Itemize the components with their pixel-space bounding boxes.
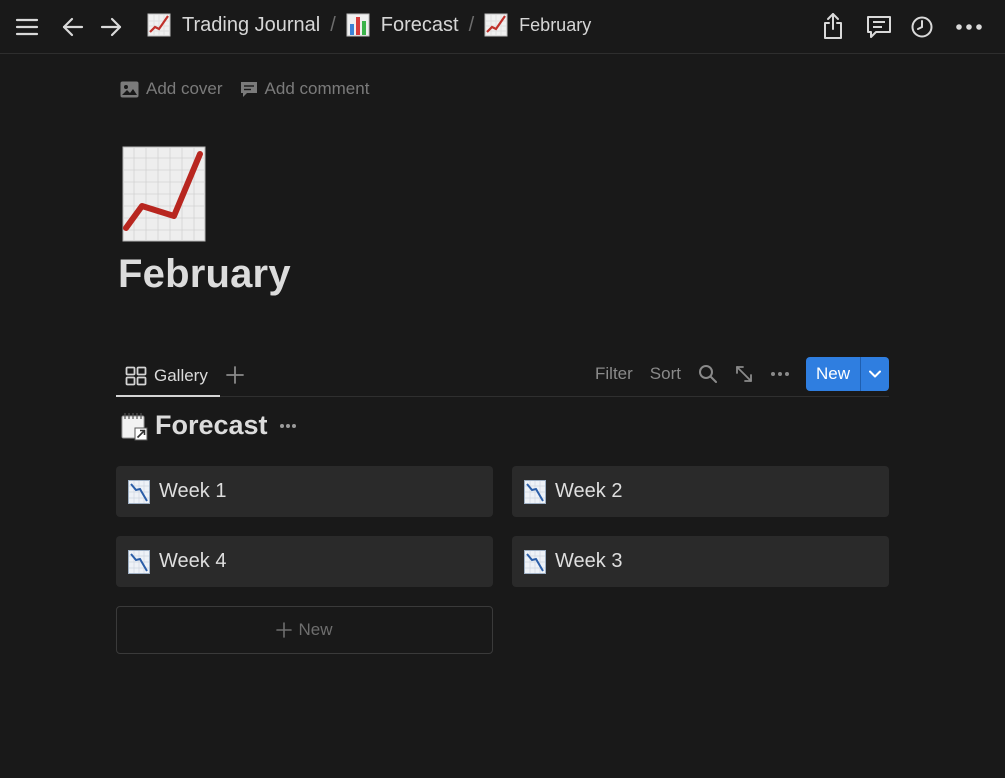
breadcrumb-separator: / [330, 13, 336, 36]
top-bar: Trading Journal / Forecast / February [0, 0, 1005, 54]
tab-gallery[interactable]: Gallery [116, 356, 220, 397]
chart-decreasing-icon [524, 549, 546, 574]
filter-button[interactable]: Filter [595, 364, 633, 384]
chevron-down-icon [869, 370, 881, 378]
database-more-icon[interactable] [279, 423, 297, 429]
chart-decreasing-icon [128, 479, 150, 504]
chart-increasing-emoji-icon [484, 13, 508, 37]
history-clock-icon[interactable] [909, 14, 935, 40]
more-options-icon[interactable] [954, 20, 984, 34]
card-label: Week 2 [555, 480, 623, 502]
breadcrumb-label: February [519, 14, 592, 35]
breadcrumb-label: Forecast [380, 13, 459, 36]
page-actions: Add cover Add comment [120, 79, 386, 99]
page-title[interactable]: February [118, 252, 291, 297]
database-title-label[interactable]: Forecast [155, 410, 268, 441]
linked-database-icon [121, 412, 148, 440]
breadcrumb-trading-journal[interactable]: Trading Journal [147, 13, 320, 37]
bar-chart-emoji-icon [346, 13, 370, 37]
back-arrow-icon[interactable] [60, 14, 86, 40]
gallery-card-week-2[interactable]: Week 2 [512, 466, 889, 517]
comments-icon[interactable] [865, 13, 893, 41]
search-icon[interactable] [698, 364, 718, 384]
breadcrumb-forecast[interactable]: Forecast [346, 13, 459, 37]
breadcrumb-label: Trading Journal [182, 13, 321, 36]
view-toolbar: Filter Sort New [595, 357, 889, 391]
gallery-card-week-1[interactable]: Week 1 [116, 466, 493, 517]
tab-gallery-label: Gallery [154, 365, 208, 385]
add-new-label: New [298, 620, 333, 639]
card-label: Week 1 [159, 480, 227, 502]
new-dropdown-button[interactable] [861, 357, 889, 391]
add-cover-button[interactable]: Add cover [120, 79, 223, 99]
image-icon [120, 81, 139, 97]
sort-button[interactable]: Sort [650, 364, 681, 384]
database-title: Forecast [121, 410, 297, 441]
chart-decreasing-icon [524, 479, 546, 504]
breadcrumb-separator: / [468, 13, 475, 36]
new-button-group: New [805, 357, 889, 391]
card-label: Week 4 [159, 550, 227, 572]
breadcrumb: Trading Journal / Forecast / February [147, 13, 591, 37]
menu-icon[interactable] [14, 14, 40, 40]
gallery-card-week-4[interactable]: Week 4 [116, 536, 493, 587]
chart-decreasing-icon [128, 549, 150, 574]
expand-icon[interactable] [734, 364, 754, 384]
add-new-card-button[interactable]: New [116, 606, 493, 654]
gallery-card-week-3[interactable]: Week 3 [512, 536, 889, 587]
breadcrumb-february[interactable]: February [484, 13, 591, 37]
chart-increasing-emoji-icon [147, 13, 171, 37]
forward-arrow-icon[interactable] [98, 14, 124, 40]
view-bar: Gallery Filter Sort New [116, 356, 889, 397]
more-horizontal-icon[interactable] [770, 371, 790, 377]
chart-increasing-page-icon[interactable] [122, 146, 206, 242]
add-comment-label: Add comment [264, 79, 370, 98]
plus-icon [276, 622, 293, 638]
add-cover-label: Add cover [146, 79, 223, 98]
add-view-plus-icon[interactable] [224, 364, 246, 386]
card-label: Week 3 [555, 550, 623, 572]
add-comment-button[interactable]: Add comment [240, 79, 370, 99]
gallery-grid-icon [125, 366, 147, 385]
new-button[interactable]: New [806, 357, 861, 391]
comment-icon [240, 81, 257, 97]
share-icon[interactable] [820, 11, 846, 41]
